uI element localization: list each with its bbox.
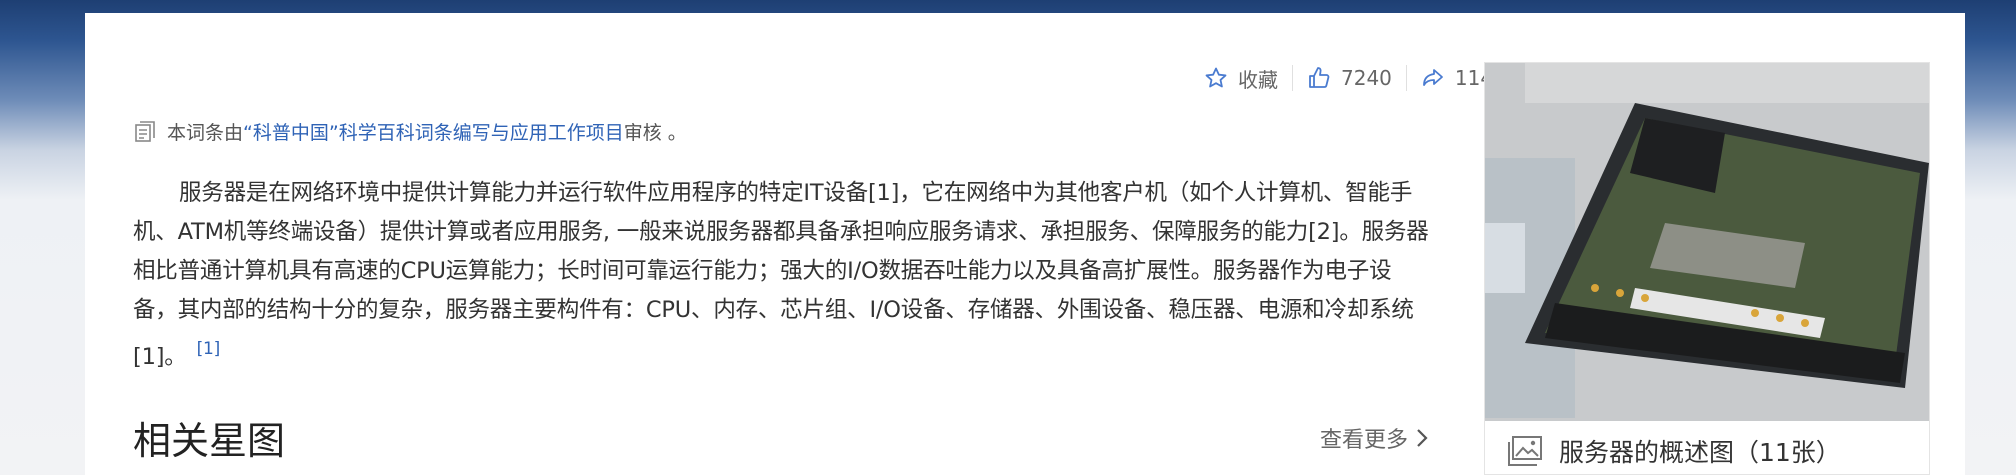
review-prefix: 本词条由 [167,122,244,144]
review-suffix: 审核 。 [623,122,687,144]
thumbs-up-icon [1309,67,1330,88]
favorite-button[interactable]: 收藏 [1190,64,1292,93]
summary-paragraph: 服务器是在网络环境中提供计算能力并运行软件应用程序的特定IT设备[1]，它在网络… [133,174,1433,377]
see-more-link[interactable]: 查看更多 [1320,422,1430,454]
reference-link[interactable]: [1] [197,339,221,359]
document-icon [135,120,155,142]
chevron-right-icon [1417,429,1428,447]
section-title: 相关星图 [133,419,286,463]
album-caption: 服务器的概述图（11张） [1507,433,1841,469]
like-button[interactable]: 7240 [1293,66,1406,90]
server-photo [1485,63,1929,421]
entry-actions: 收藏 7240 1144 [1190,62,1520,94]
gallery-icon [1508,436,1542,466]
review-notice: 本词条由 “科普中国”科学百科词条编写与应用工作项目 审核 。 [133,118,687,145]
summary-text: 服务器是在网络环境中提供计算能力并运行软件应用程序的特定IT设备[1]，它在网络… [133,180,1429,370]
review-project-link[interactable]: “科普中国”科学百科词条编写与应用工作项目 [243,118,624,145]
share-icon [1423,69,1443,86]
album-caption-text: 服务器的概述图（11张） [1559,438,1841,467]
see-more-label: 查看更多 [1320,428,1409,453]
favorite-label: 收藏 [1238,67,1278,92]
star-icon [1205,67,1227,88]
album-card[interactable]: 服务器的概述图（11张） [1484,62,1930,475]
like-count: 7240 [1341,66,1392,90]
